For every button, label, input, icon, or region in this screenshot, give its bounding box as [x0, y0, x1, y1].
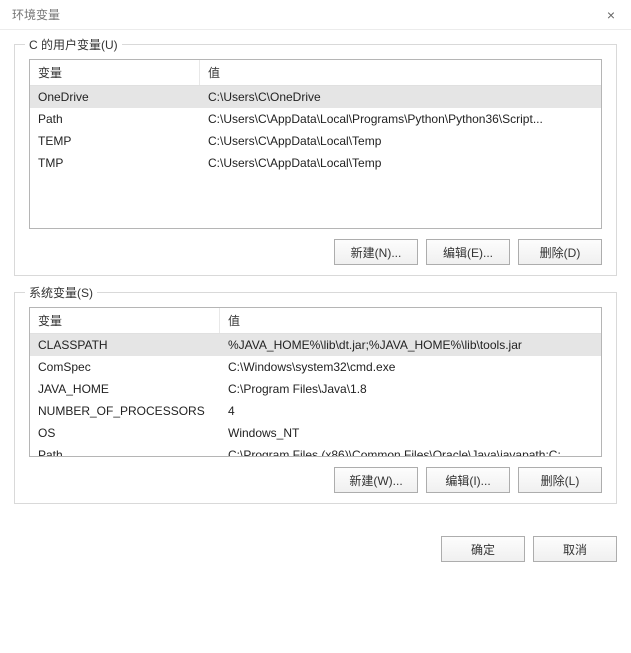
- system-button-row: 新建(W)... 编辑(I)... 删除(L): [29, 467, 602, 493]
- close-icon[interactable]: ×: [601, 5, 621, 25]
- user-header-value[interactable]: 值: [200, 60, 601, 85]
- system-variables-label: 系统变量(S): [25, 284, 97, 301]
- system-list-header: 变量 值: [30, 308, 601, 334]
- cancel-button[interactable]: 取消: [533, 536, 617, 562]
- variable-name-cell: OneDrive: [30, 88, 200, 106]
- user-edit-button[interactable]: 编辑(E)...: [426, 239, 510, 265]
- dialog-body: C 的用户变量(U) 变量 值 OneDriveC:\Users\C\OneDr…: [0, 30, 631, 530]
- user-variables-group: C 的用户变量(U) 变量 值 OneDriveC:\Users\C\OneDr…: [14, 44, 617, 276]
- table-row[interactable]: ComSpecC:\Windows\system32\cmd.exe: [30, 356, 601, 378]
- user-delete-button[interactable]: 删除(D): [518, 239, 602, 265]
- system-new-button[interactable]: 新建(W)...: [334, 467, 418, 493]
- user-variables-label: C 的用户变量(U): [25, 36, 122, 53]
- table-row[interactable]: NUMBER_OF_PROCESSORS4: [30, 400, 601, 422]
- variable-value-cell: C:\Users\C\AppData\Local\Temp: [200, 154, 601, 172]
- variable-name-cell: CLASSPATH: [30, 336, 220, 354]
- user-list-header: 变量 值: [30, 60, 601, 86]
- variable-value-cell: %JAVA_HOME%\lib\dt.jar;%JAVA_HOME%\lib\t…: [220, 336, 601, 354]
- user-button-row: 新建(N)... 编辑(E)... 删除(D): [29, 239, 602, 265]
- system-variables-list[interactable]: 变量 值 CLASSPATH%JAVA_HOME%\lib\dt.jar;%JA…: [29, 307, 602, 457]
- table-row[interactable]: JAVA_HOMEC:\Program Files\Java\1.8: [30, 378, 601, 400]
- variable-value-cell: C:\Users\C\AppData\Local\Temp: [200, 132, 601, 150]
- table-row[interactable]: CLASSPATH%JAVA_HOME%\lib\dt.jar;%JAVA_HO…: [30, 334, 601, 356]
- variable-name-cell: OS: [30, 424, 220, 442]
- system-delete-button[interactable]: 删除(L): [518, 467, 602, 493]
- user-header-variable[interactable]: 变量: [30, 60, 200, 85]
- variable-name-cell: TMP: [30, 154, 200, 172]
- table-row[interactable]: TEMPC:\Users\C\AppData\Local\Temp: [30, 130, 601, 152]
- system-variables-group: 系统变量(S) 变量 值 CLASSPATH%JAVA_HOME%\lib\dt…: [14, 292, 617, 504]
- system-edit-button[interactable]: 编辑(I)...: [426, 467, 510, 493]
- variable-value-cell: C:\Users\C\OneDrive: [200, 88, 601, 106]
- user-variables-list[interactable]: 变量 值 OneDriveC:\Users\C\OneDrivePathC:\U…: [29, 59, 602, 229]
- variable-value-cell: 4: [220, 402, 601, 420]
- table-row[interactable]: PathC:\Users\C\AppData\Local\Programs\Py…: [30, 108, 601, 130]
- variable-value-cell: C:\Windows\system32\cmd.exe: [220, 358, 601, 376]
- window-title: 环境变量: [12, 6, 60, 23]
- table-row[interactable]: PathC:\Program Files (x86)\Common Files\…: [30, 444, 601, 457]
- variable-value-cell: C:\Users\C\AppData\Local\Programs\Python…: [200, 110, 601, 128]
- variable-value-cell: Windows_NT: [220, 424, 601, 442]
- dialog-button-row: 确定 取消: [0, 530, 631, 576]
- variable-name-cell: NUMBER_OF_PROCESSORS: [30, 402, 220, 420]
- variable-name-cell: Path: [30, 110, 200, 128]
- table-row[interactable]: OneDriveC:\Users\C\OneDrive: [30, 86, 601, 108]
- titlebar: 环境变量 ×: [0, 0, 631, 30]
- variable-value-cell: C:\Program Files (x86)\Common Files\Orac…: [220, 446, 601, 457]
- variable-name-cell: Path: [30, 446, 220, 457]
- table-row[interactable]: OSWindows_NT: [30, 422, 601, 444]
- variable-name-cell: ComSpec: [30, 358, 220, 376]
- ok-button[interactable]: 确定: [441, 536, 525, 562]
- system-header-variable[interactable]: 变量: [30, 308, 220, 333]
- variable-name-cell: TEMP: [30, 132, 200, 150]
- variable-name-cell: JAVA_HOME: [30, 380, 220, 398]
- table-row[interactable]: TMPC:\Users\C\AppData\Local\Temp: [30, 152, 601, 174]
- system-header-value[interactable]: 值: [220, 308, 601, 333]
- variable-value-cell: C:\Program Files\Java\1.8: [220, 380, 601, 398]
- user-new-button[interactable]: 新建(N)...: [334, 239, 418, 265]
